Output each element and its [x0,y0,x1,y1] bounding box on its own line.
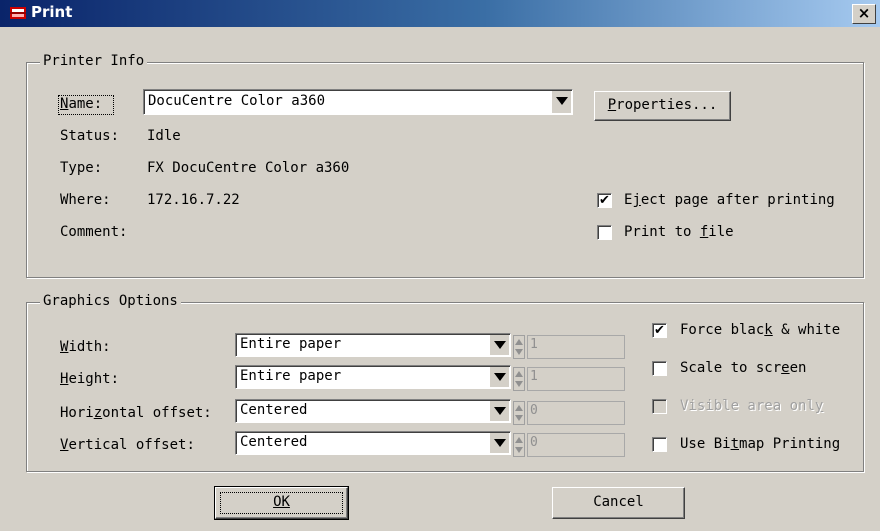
force-bw-label[interactable]: Force black & white [680,322,840,338]
name-label: Name: [58,95,114,115]
horizontal-offset-combo[interactable]: Centered [235,399,511,423]
width-combo[interactable]: Entire paper [235,333,511,357]
vertical-offset-combo[interactable]: Centered [235,431,511,455]
window-title: Print [31,3,73,21]
height-combo[interactable]: Entire paper [235,365,511,389]
height-label: Height: [60,371,120,387]
printer-info-legend: Printer Info [40,53,148,69]
where-value: 172.16.7.22 [147,192,240,208]
printer-name-combo[interactable]: DocuCentre Color a360 [143,89,573,115]
printer-icon [9,5,27,21]
horizontal-offset-spin-field[interactable]: 0 [527,401,625,425]
cancel-button-label: Cancel [593,494,644,510]
printer-name-value: DocuCentre Color a360 [148,93,326,109]
checkmark-icon: ✔ [599,193,610,208]
bitmap-printing-checkbox[interactable] [652,437,667,452]
where-label: Where: [60,192,111,208]
bitmap-printing-label[interactable]: Use Bitmap Printing [680,436,840,452]
scale-to-screen-label[interactable]: Scale to screen [680,360,806,376]
height-spinner[interactable] [513,367,525,391]
print-to-file-label[interactable]: Print to file [624,224,734,240]
force-bw-checkbox[interactable]: ✔ [652,323,667,338]
width-label: Width: [60,339,111,355]
properties-button[interactable]: Properties... [594,91,731,121]
width-spin-field[interactable]: 1 [527,335,625,359]
checkmark-icon: ✔ [654,323,665,338]
horizontal-offset-value: Centered [240,402,308,418]
vertical-offset-spin-field[interactable]: 0 [527,433,625,457]
vertical-offset-spinner[interactable] [513,433,525,457]
graphics-options-legend: Graphics Options [40,293,181,309]
status-label: Status: [60,128,120,144]
chevron-down-icon[interactable] [551,91,571,113]
chevron-down-icon[interactable] [489,401,509,421]
horizontal-offset-label: Horizontal offset: [60,405,212,421]
cancel-button[interactable]: Cancel [552,487,685,519]
height-spin-field[interactable]: 1 [527,367,625,391]
title-bar[interactable]: Print × [0,0,880,27]
width-value: Entire paper [240,336,342,352]
height-value: Entire paper [240,368,342,384]
chevron-down-icon[interactable] [489,433,509,453]
horizontal-offset-spinner[interactable] [513,401,525,425]
eject-page-label[interactable]: Eject page after printing [624,192,835,208]
vertical-offset-value: Centered [240,434,308,450]
vertical-offset-label: Vertical offset: [60,437,195,453]
eject-page-checkbox[interactable]: ✔ [597,193,612,208]
status-value: Idle [147,128,181,144]
chevron-down-icon[interactable] [489,367,509,387]
type-label: Type: [60,160,103,176]
scale-to-screen-checkbox[interactable] [652,361,667,376]
comment-label: Comment: [60,224,128,240]
visible-area-checkbox [652,399,667,414]
ok-button[interactable]: OK [214,486,349,520]
chevron-down-icon[interactable] [489,335,509,355]
width-spinner[interactable] [513,335,525,359]
type-value: FX DocuCentre Color a360 [147,160,350,176]
print-to-file-checkbox[interactable] [597,225,612,240]
close-icon[interactable]: × [852,4,876,24]
visible-area-label: Visible area only [680,398,824,414]
